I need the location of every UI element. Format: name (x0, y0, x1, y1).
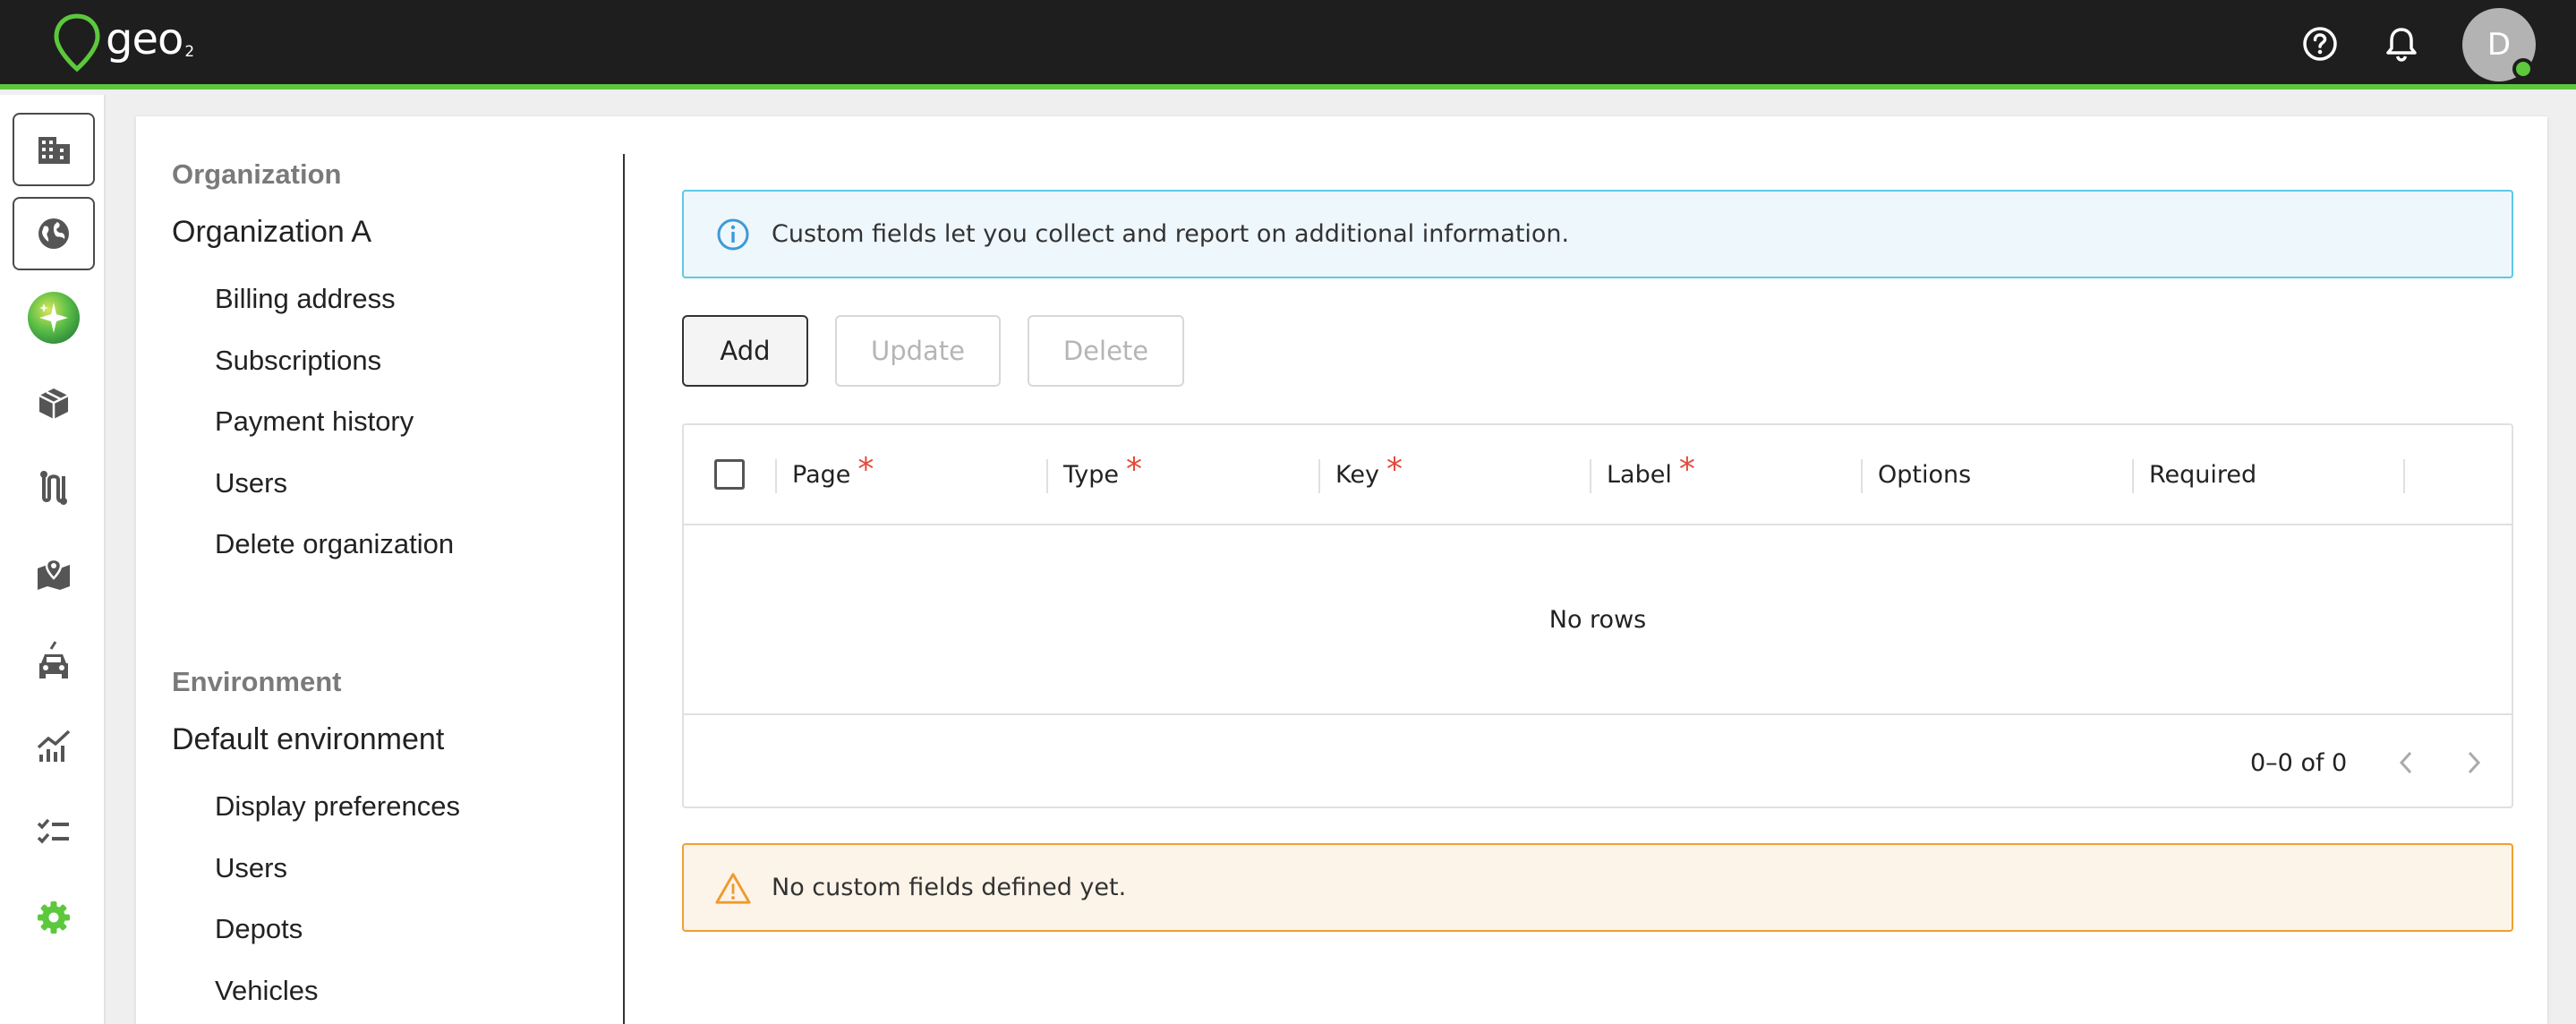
column-header-required[interactable]: Required (2149, 425, 2256, 524)
warning-alert-message: No custom fields defined yet. (772, 874, 1127, 901)
warning-triangle-icon (714, 869, 752, 907)
route-icon (40, 471, 67, 505)
nav-item-vehicles[interactable]: Vehicles (215, 975, 318, 1007)
checklist-icon (37, 818, 69, 844)
rail-vehicles-button[interactable] (13, 623, 95, 696)
online-status-dot (2512, 58, 2534, 80)
nav-divider (623, 154, 625, 1024)
table-footer: 0–0 of 0 (684, 713, 2512, 808)
table-header: Page * Type * Key * Label * Options Required (684, 425, 2512, 525)
app-logo[interactable]: geo 2 (52, 13, 194, 73)
info-alert: Custom fields let you collect and report… (682, 190, 2513, 278)
settings-gear-icon (38, 901, 70, 934)
pagination-range: 0–0 of 0 (2250, 748, 2348, 777)
nav-item-display-preferences[interactable]: Display preferences (215, 790, 460, 823)
map-pin-icon (38, 558, 70, 590)
required-marker: * (1386, 450, 1403, 488)
column-separator (2132, 459, 2134, 493)
bell-icon[interactable] (2381, 23, 2422, 64)
rail-map-button[interactable] (13, 537, 95, 610)
left-rail (0, 95, 106, 1024)
help-circle-icon[interactable] (2299, 23, 2341, 64)
column-header-options[interactable]: Options (1878, 425, 1971, 524)
nav-heading-environment: Environment (172, 666, 342, 697)
sparkle-orb-icon (28, 292, 80, 344)
nav-item-billing-address[interactable]: Billing address (215, 283, 396, 315)
avatar-initial: D (2486, 27, 2512, 63)
analytics-chart-icon (37, 730, 71, 762)
column-separator (1046, 459, 1048, 493)
column-label: Key (1335, 460, 1379, 489)
previous-page-button[interactable] (2385, 742, 2427, 783)
column-separator (1318, 459, 1320, 493)
package-icon (38, 388, 69, 419)
select-all-checkbox[interactable] (714, 459, 745, 490)
chevron-left-icon (2399, 751, 2412, 774)
globe-icon (38, 218, 69, 249)
column-label: Type (1063, 460, 1120, 489)
user-avatar[interactable]: D (2462, 8, 2536, 81)
nav-item-depots[interactable]: Depots (215, 913, 303, 945)
required-marker: * (1678, 450, 1695, 488)
column-header-type[interactable]: Type * (1063, 425, 1142, 524)
column-header-label[interactable]: Label * (1607, 425, 1695, 524)
column-label: Label (1607, 460, 1672, 489)
rail-ai-button[interactable] (13, 281, 95, 354)
delete-button[interactable]: Delete (1028, 315, 1184, 387)
nav-item-subscriptions[interactable]: Subscriptions (215, 345, 381, 377)
rail-globe-button[interactable] (13, 197, 95, 270)
nav-title-environment[interactable]: Default environment (172, 722, 444, 757)
column-label: Required (2149, 460, 2257, 489)
add-button[interactable]: Add (682, 315, 808, 387)
rail-analytics-button[interactable] (13, 709, 95, 782)
column-label: Options (1878, 460, 1972, 489)
rail-tasks-button[interactable] (13, 795, 95, 868)
nav-item-delete-organization[interactable]: Delete organization (215, 528, 454, 560)
rail-routes-button[interactable] (13, 451, 95, 525)
update-button[interactable]: Update (835, 315, 1001, 387)
column-separator (1590, 459, 1591, 493)
column-separator (1861, 459, 1863, 493)
logo-text: geo (106, 14, 183, 64)
nav-heading-organization: Organization (172, 158, 342, 190)
next-page-button[interactable] (2453, 742, 2495, 783)
nav-title-organization[interactable]: Organization A (172, 215, 371, 250)
column-header-page[interactable]: Page * (792, 425, 874, 524)
column-separator (775, 459, 777, 493)
rail-packages-button[interactable] (13, 367, 95, 440)
required-marker: * (1126, 450, 1143, 488)
top-bar: geo 2 D (0, 0, 2576, 90)
column-label: Page (792, 460, 851, 489)
column-separator (2403, 459, 2405, 493)
custom-fields-table: Page * Type * Key * Label * Options Required… (682, 423, 2513, 808)
info-icon (714, 216, 752, 253)
empty-table-message: No rows (1548, 605, 1647, 634)
chevron-right-icon (2468, 751, 2481, 774)
column-header-key[interactable]: Key * (1335, 425, 1403, 524)
info-alert-message: Custom fields let you collect and report… (772, 220, 1570, 248)
building-icon (38, 137, 70, 164)
rail-settings-button[interactable] (13, 881, 95, 954)
vehicle-icon (39, 641, 68, 678)
logo-subscript: 2 (184, 43, 195, 61)
nav-item-env-users[interactable]: Users (215, 852, 287, 884)
nav-item-payment-history[interactable]: Payment history (215, 405, 414, 438)
required-marker: * (857, 450, 874, 488)
nav-item-org-users[interactable]: Users (215, 467, 287, 499)
map-pin-logo-icon (54, 13, 100, 73)
warning-alert: No custom fields defined yet. (682, 843, 2513, 932)
rail-building-button[interactable] (13, 113, 95, 186)
